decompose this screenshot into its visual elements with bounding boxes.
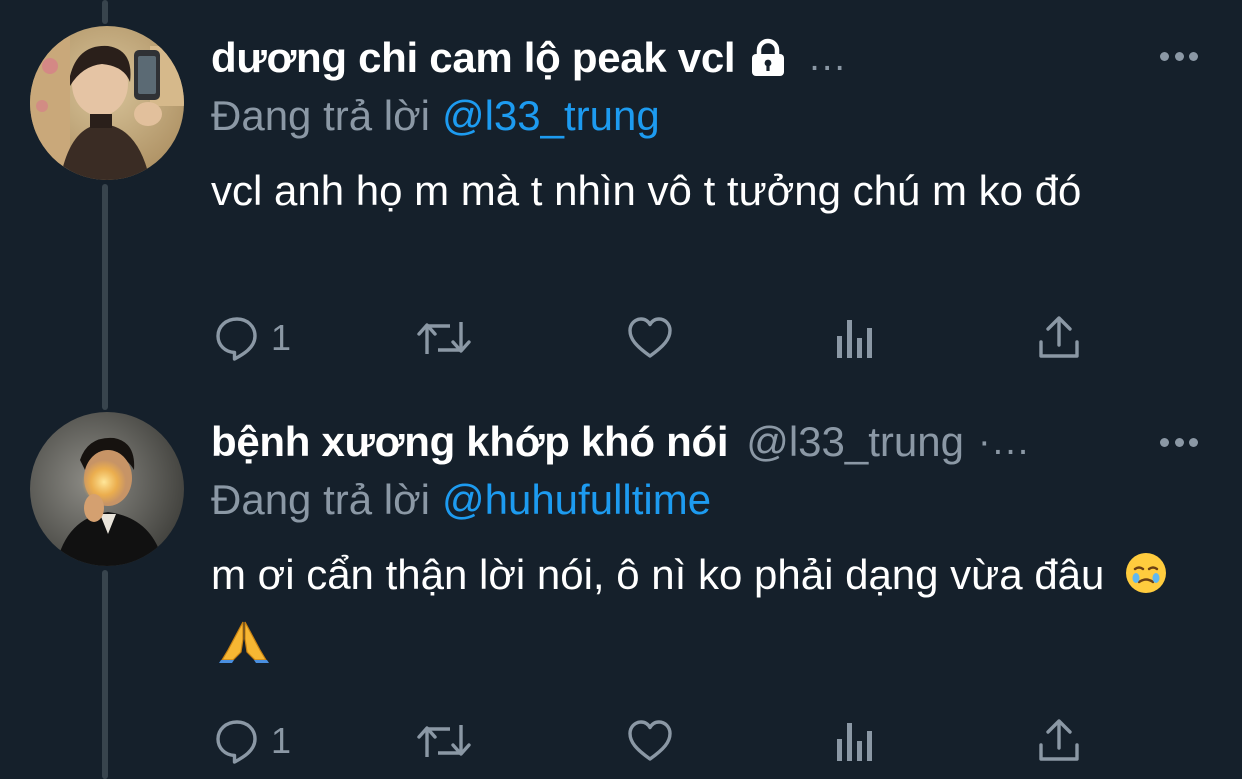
analytics-icon	[837, 320, 872, 358]
replying-to-label: Đang trả lời	[211, 476, 430, 523]
replying-to-label: Đang trả lời	[211, 92, 430, 139]
tweet-header: dương chi cam lộ peak vcl ...	[211, 28, 847, 88]
retweet-icon	[417, 322, 471, 354]
share-button[interactable]	[1037, 716, 1081, 766]
tweet-item[interactable]: bệnh xương khớp khó nói @l33_trung ·... …	[0, 400, 1242, 779]
reply-icon	[216, 720, 257, 764]
share-button[interactable]	[1037, 313, 1081, 363]
folded-hands-emoji	[219, 618, 269, 680]
user-handle[interactable]: @l33_trung	[746, 418, 964, 466]
tweet-item[interactable]: dương chi cam lộ peak vcl ... Đang trả l…	[0, 0, 1242, 400]
more-options-icon[interactable]	[1160, 50, 1198, 62]
reply-count: 1	[271, 317, 292, 358]
lock-icon	[747, 37, 789, 79]
share-icon	[1039, 719, 1079, 761]
more-options-icon[interactable]	[1160, 436, 1198, 448]
reply-button[interactable]: 1	[213, 716, 291, 766]
meta-ellipsis: ·...	[978, 420, 1031, 463]
like-icon	[628, 317, 672, 358]
reply-count: 1	[271, 720, 292, 761]
reply-icon	[216, 317, 257, 361]
tweet-body: m ơi cẩn thận lời nói, ô nì ko phải dạng…	[211, 551, 1105, 598]
tweet-body: vcl anh họ m mà t nhìn vô t tưởng chú m …	[211, 167, 1082, 214]
reply-mention-link[interactable]: @huhufulltime	[442, 476, 711, 523]
display-name[interactable]: bệnh xương khớp khó nói	[211, 418, 729, 466]
analytics-button[interactable]	[833, 313, 877, 363]
share-icon	[1039, 316, 1079, 358]
retweet-icon	[417, 725, 471, 757]
tweet-actions: 1	[211, 313, 1091, 363]
retweet-button[interactable]	[416, 716, 472, 766]
tweet-header: bệnh xương khớp khó nói @l33_trung ·...	[211, 412, 1030, 472]
like-button[interactable]	[626, 716, 674, 766]
replying-to-line: Đang trả lời @l33_trung	[211, 92, 660, 140]
display-name[interactable]: dương chi cam lộ peak vcl	[211, 34, 736, 82]
tweet-text: vcl anh họ m mà t nhìn vô t tưởng chú m …	[211, 160, 1191, 222]
meta-ellipsis: ...	[809, 36, 847, 79]
tweet-thread: dương chi cam lộ peak vcl ... Đang trả l…	[0, 0, 1242, 779]
face-holding-back-tears-emoji	[1124, 550, 1168, 612]
tweet-actions: 1	[211, 716, 1091, 766]
avatar[interactable]	[30, 412, 184, 566]
reply-mention-link[interactable]: @l33_trung	[442, 92, 660, 139]
avatar[interactable]	[30, 26, 184, 180]
like-icon	[628, 720, 672, 761]
tweet-text: m ơi cẩn thận lời nói, ô nì ko phải dạng…	[211, 544, 1171, 680]
reply-button[interactable]: 1	[213, 313, 291, 363]
analytics-button[interactable]	[833, 716, 877, 766]
retweet-button[interactable]	[416, 313, 472, 363]
like-button[interactable]	[626, 313, 674, 363]
analytics-icon	[837, 723, 872, 761]
replying-to-line: Đang trả lời @huhufulltime	[211, 476, 711, 524]
